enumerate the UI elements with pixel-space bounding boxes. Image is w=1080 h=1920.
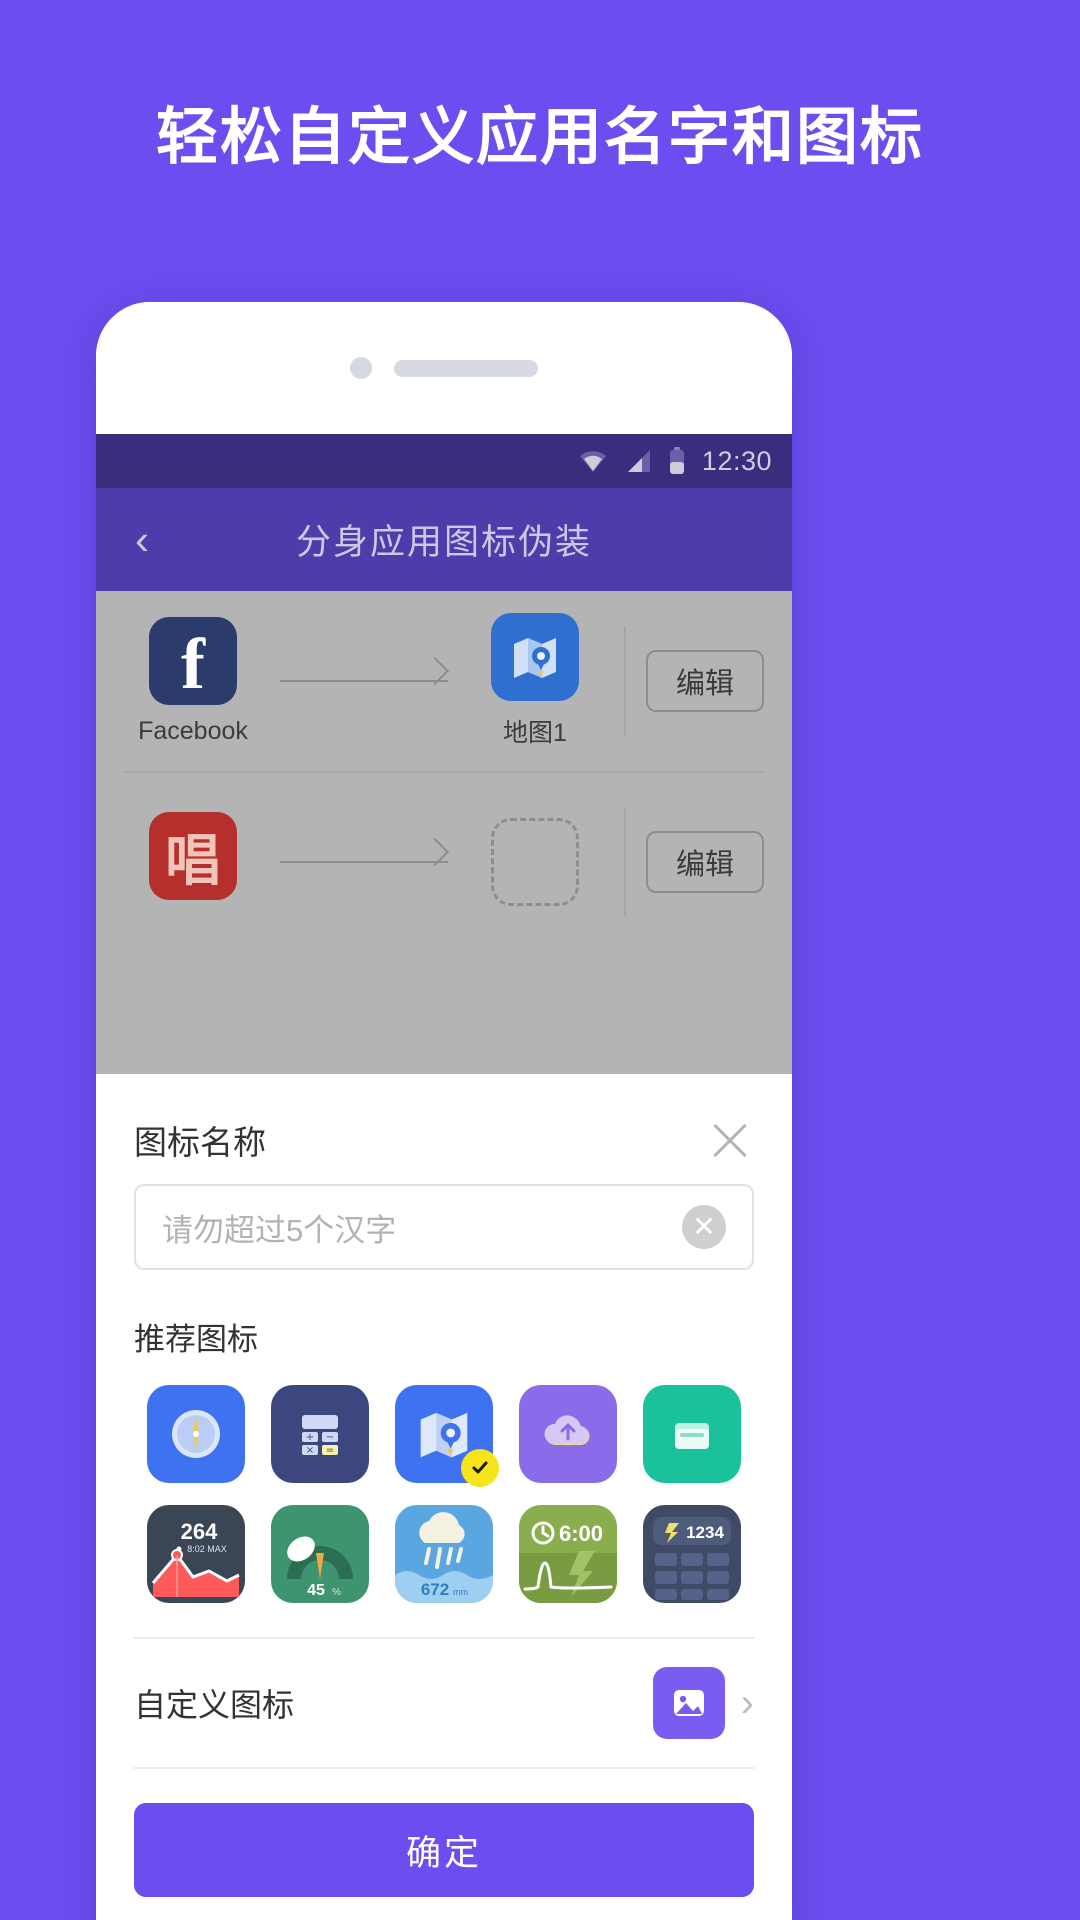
svg-text:mm: mm	[453, 1587, 468, 1597]
svg-text:%: %	[332, 1587, 341, 1598]
phone-bezel-top	[96, 302, 792, 434]
icon-name-sheet: 图标名称 请勿超过5个汉字 ✕ 推荐图标 + − × = 264 8:02 MA…	[96, 1074, 792, 1920]
edit-button[interactable]: 编辑	[646, 831, 764, 893]
camera-icon	[350, 357, 372, 379]
svg-text:8:02 MAX: 8:02 MAX	[187, 1544, 227, 1554]
icon-option-map[interactable]	[395, 1385, 499, 1487]
custom-icon-row[interactable]: 自定义图标 ›	[134, 1639, 754, 1767]
phone-mockup: 12:30 ‹ 分身应用图标伪装 f Facebook 地图1 编辑 唱 编辑 …	[96, 302, 792, 1920]
gauge-45-icon: 45 %	[271, 1505, 369, 1603]
folder-icon	[643, 1385, 741, 1483]
svg-text:672: 672	[421, 1580, 449, 1599]
image-picker-icon[interactable]	[652, 1667, 725, 1739]
icon-option-folder[interactable]	[643, 1385, 741, 1483]
arrow-right-icon	[262, 680, 466, 682]
divider	[624, 807, 626, 917]
svg-text:+: +	[306, 1432, 314, 1443]
facebook-icon: f	[149, 616, 237, 705]
custom-icon-label: 自定义图标	[134, 1687, 295, 1723]
target-icon-cell[interactable]	[466, 818, 604, 906]
icon-option-gauge-45[interactable]: 45 %	[271, 1505, 369, 1603]
signal-icon	[624, 449, 652, 473]
divider	[624, 626, 626, 736]
selected-check-icon	[461, 1449, 499, 1487]
sheet-title: 图标名称	[134, 1124, 266, 1161]
recommended-icons-label: 推荐图标	[134, 1322, 258, 1357]
close-icon[interactable]	[706, 1116, 754, 1164]
wifi-icon	[578, 449, 608, 473]
svg-text:1234: 1234	[686, 1523, 724, 1542]
chevron-right-icon[interactable]: ›	[741, 1683, 754, 1723]
input-placeholder: 请勿超过5个汉字	[162, 1212, 397, 1248]
battery-1234-icon: 1234	[643, 1505, 741, 1603]
calculator-icon: + − × =	[271, 1385, 369, 1483]
source-app: f Facebook	[124, 616, 262, 746]
svg-text:×: ×	[306, 1445, 314, 1456]
table-row[interactable]: f Facebook 地图1 编辑	[124, 591, 764, 771]
source-app-label: Facebook	[138, 716, 248, 745]
changba-icon: 唱	[149, 812, 237, 900]
cloud-upload-icon	[519, 1385, 617, 1483]
target-app-label: 地图1	[503, 719, 567, 747]
svg-text:264: 264	[181, 1519, 218, 1544]
app-title: 分身应用图标伪装	[295, 523, 592, 562]
icon-option-chart-264[interactable]: 264 8:02 MAX	[147, 1505, 245, 1603]
icon-option-clock-600[interactable]: 6:00	[519, 1505, 617, 1603]
compass-icon	[147, 1385, 245, 1483]
confirm-button[interactable]: 确定	[134, 1803, 754, 1897]
rain-672-icon: 672 mm	[395, 1505, 493, 1603]
arrow-right-icon	[262, 861, 466, 863]
empty-placeholder-icon	[491, 818, 579, 906]
table-row[interactable]: 唱 编辑	[124, 771, 764, 951]
status-time: 12:30	[701, 445, 772, 476]
status-bar: 12:30	[96, 434, 792, 488]
icon-name-input[interactable]: 请勿超过5个汉字 ✕	[134, 1184, 754, 1270]
app-title-bar: ‹ 分身应用图标伪装	[96, 488, 792, 591]
chart-264-icon: 264 8:02 MAX	[147, 1505, 245, 1603]
source-app: 唱	[124, 812, 262, 912]
battery-icon	[668, 447, 686, 475]
icon-option-calculator[interactable]: + − × =	[271, 1385, 369, 1483]
speaker-grille	[394, 359, 538, 377]
svg-text:−: −	[326, 1432, 334, 1443]
map-icon	[491, 613, 579, 701]
icon-option-rain-672[interactable]: 672 mm	[395, 1505, 493, 1603]
icon-option-battery-1234[interactable]: 1234	[643, 1505, 741, 1603]
chevron-left-icon[interactable]: ‹	[102, 518, 182, 561]
recommended-icon-grid: + − × = 264 8:02 MAX 45 % 672 mm 6:00 12…	[134, 1385, 754, 1603]
clear-circle-icon[interactable]: ✕	[682, 1205, 726, 1249]
edit-button[interactable]: 编辑	[646, 650, 764, 712]
page-title: 轻松自定义应用名字和图标	[155, 103, 924, 172]
icon-option-compass[interactable]	[147, 1385, 245, 1483]
app-disguise-list: f Facebook 地图1 编辑 唱 编辑	[96, 591, 792, 951]
phone-screen: 12:30 ‹ 分身应用图标伪装 f Facebook 地图1 编辑 唱 编辑 …	[96, 434, 792, 1920]
svg-text:45: 45	[307, 1582, 325, 1599]
svg-text:=: =	[326, 1445, 334, 1456]
clock-600-icon: 6:00	[519, 1505, 617, 1603]
target-icon-cell[interactable]: 地图1	[466, 613, 604, 749]
svg-text:6:00: 6:00	[559, 1521, 603, 1546]
sheet-header: 图标名称	[134, 1074, 754, 1170]
icon-option-cloud-upload[interactable]	[519, 1385, 617, 1483]
